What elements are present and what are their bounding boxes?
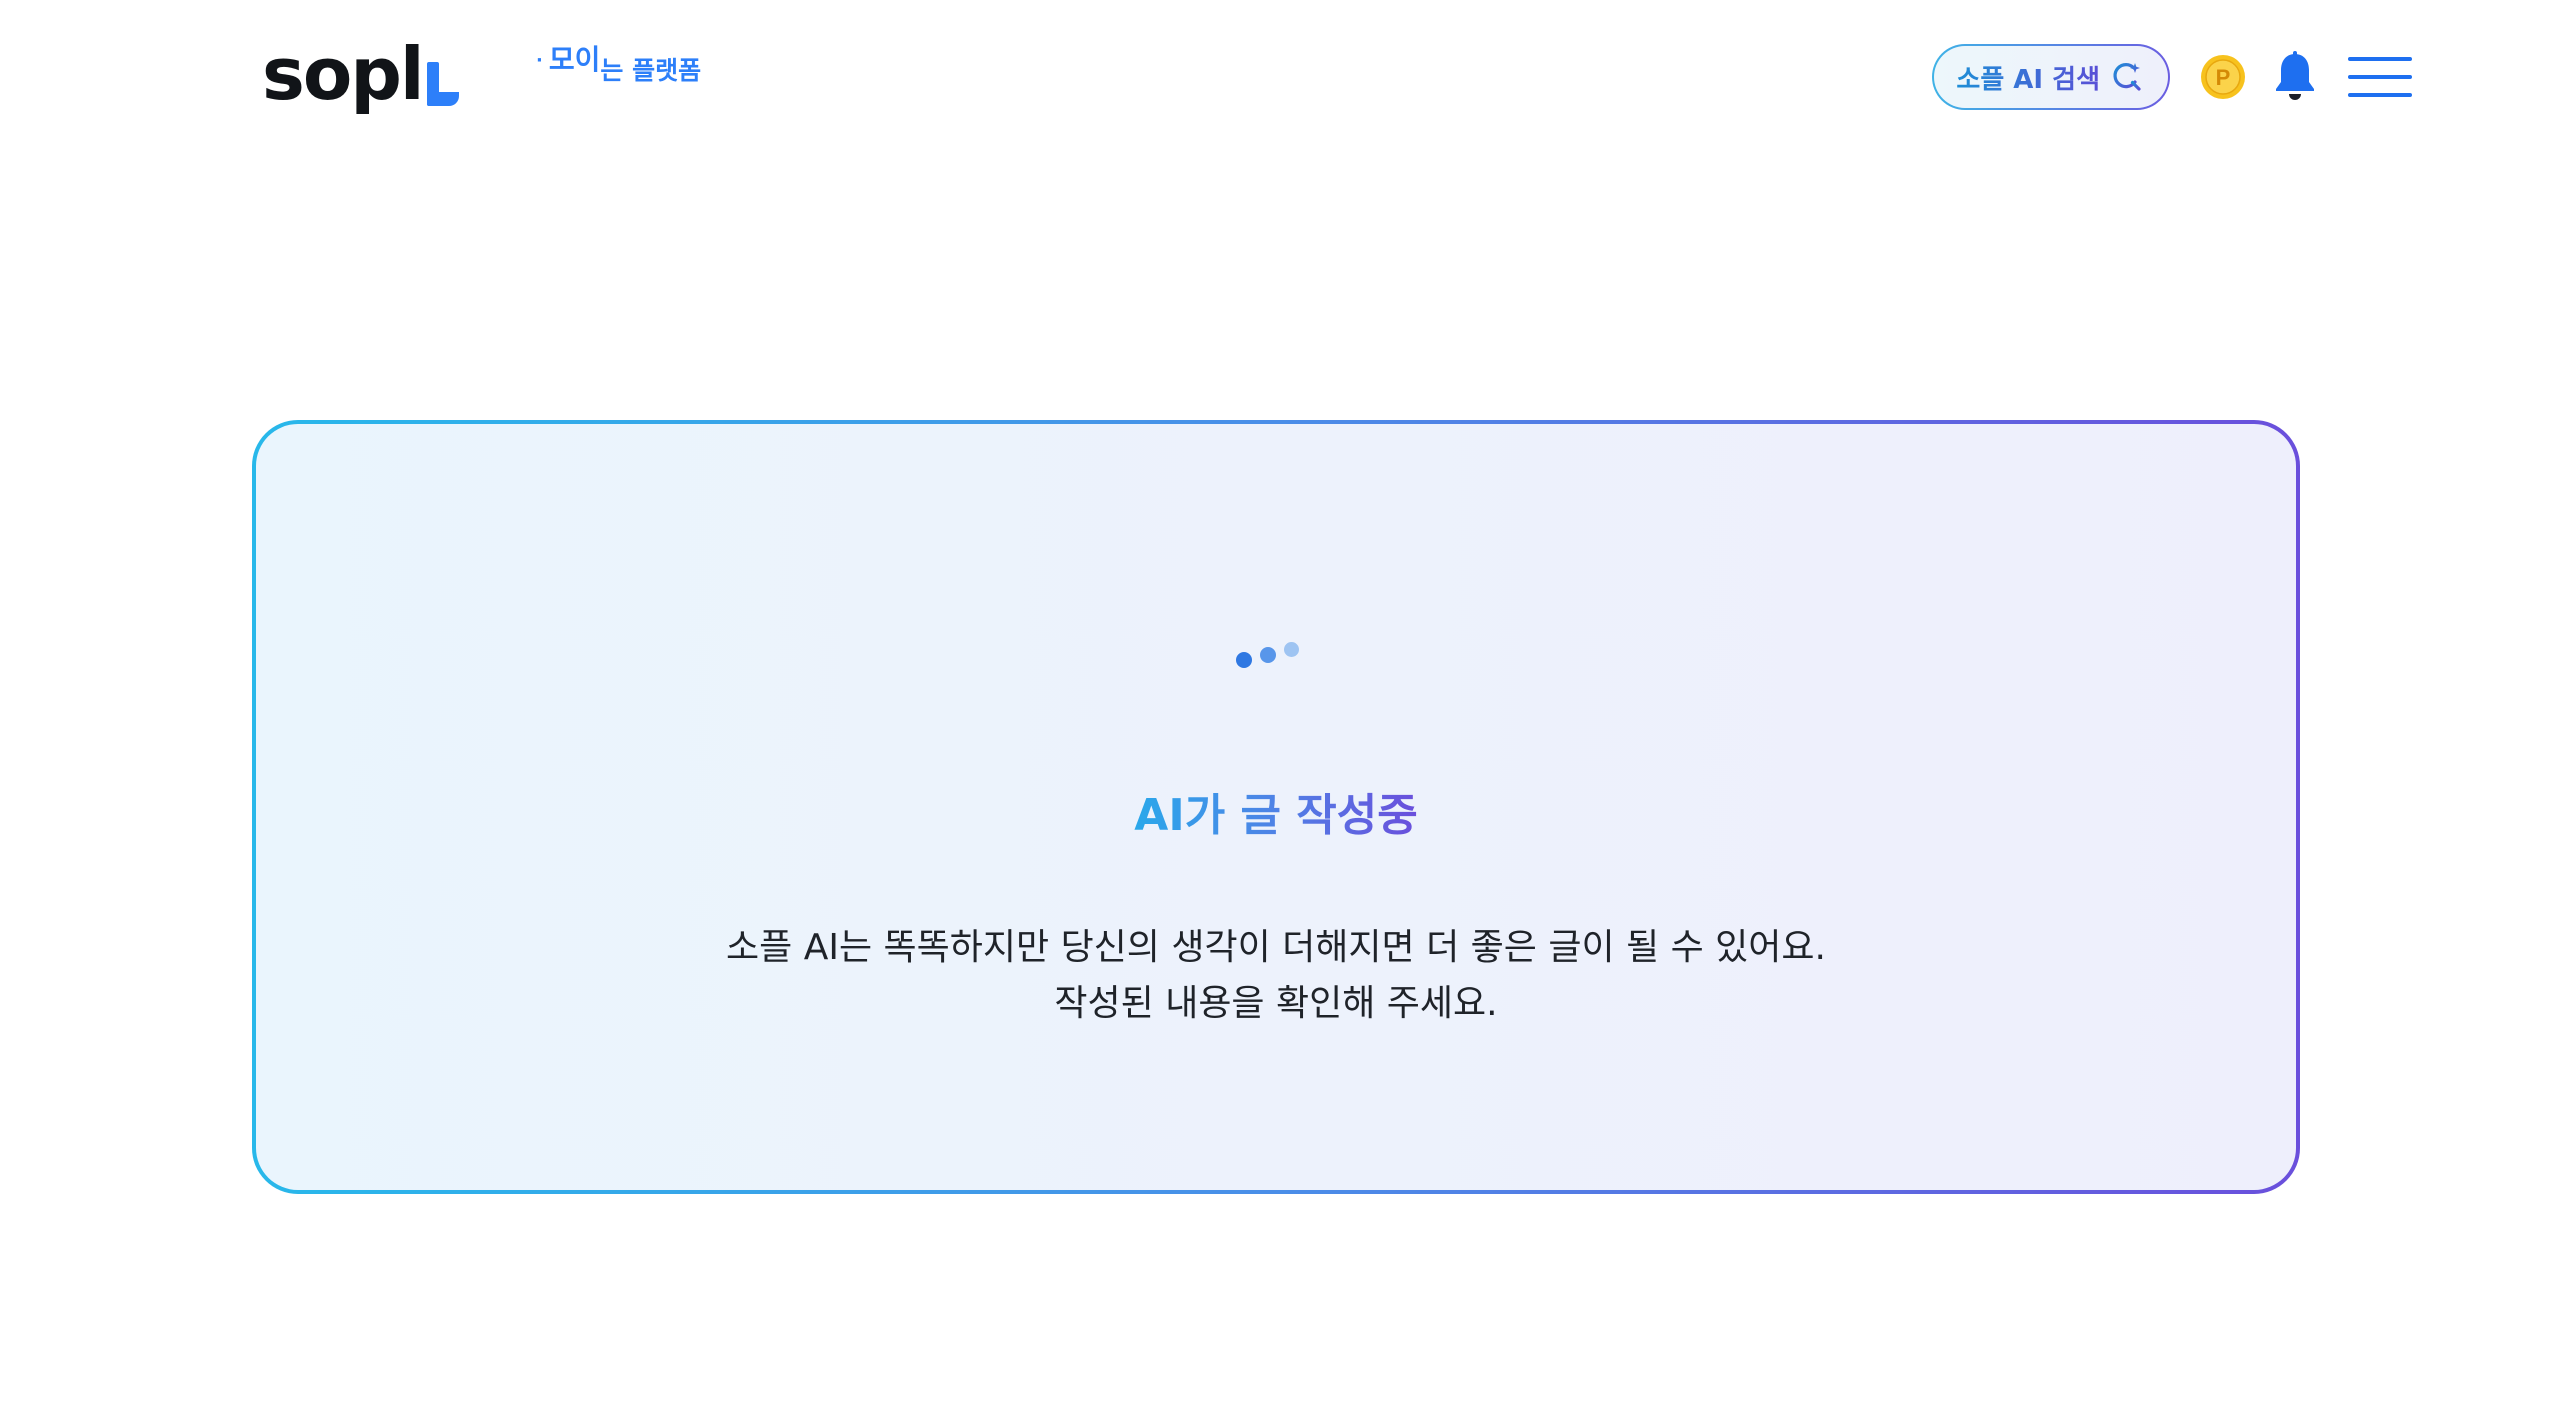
ai-writing-description: 소플 AI는 똑똑하지만 당신의 생각이 더해지면 더 좋은 글이 될 수 있어… — [0, 920, 2552, 1032]
tagline: · 모이는 플랫폼 — [536, 46, 701, 84]
loading-dot — [1260, 647, 1276, 663]
loading-dots-icon — [1236, 640, 1306, 670]
point-coin-icon[interactable]: P — [2200, 54, 2246, 100]
ai-search-label: 소플 AI 검색 — [1956, 59, 2100, 96]
ai-search-button[interactable]: 소플 AI 검색 — [1932, 44, 2170, 110]
ai-writing-title-text: AI가 글 작성중 — [1134, 790, 1418, 841]
menu-icon[interactable] — [2348, 55, 2412, 99]
description-line-2: 작성된 내용을 확인해 주세요. — [1054, 983, 1498, 1024]
tagline-part2: 는 플랫폼 — [600, 56, 702, 85]
description-line-1: 소플 AI는 똑똑하지만 당신의 생각이 더해지면 더 좋은 글이 될 수 있어… — [726, 927, 1826, 968]
tagline-dot: · — [536, 50, 543, 71]
ai-writing-title: AI가 글 작성중 — [0, 786, 2552, 846]
bell-icon[interactable] — [2272, 51, 2318, 103]
page: sopl · 모이는 플랫폼 소플 AI 검색 P AI가 글 작성중 소플 A… — [0, 0, 2552, 1418]
header: sopl · 모이는 플랫폼 소플 AI 검색 P — [0, 0, 2552, 150]
logo-mark-icon — [426, 62, 459, 106]
loading-dot — [1236, 652, 1252, 668]
tagline-part1: 모이 — [548, 43, 601, 76]
header-actions: 소플 AI 검색 P — [1932, 42, 2412, 112]
logo-text: sopl — [262, 32, 425, 116]
point-coin-letter: P — [2216, 65, 2231, 90]
logo[interactable]: sopl — [262, 30, 459, 110]
loading-dot — [1284, 642, 1299, 657]
ai-search-icon — [2113, 63, 2141, 91]
